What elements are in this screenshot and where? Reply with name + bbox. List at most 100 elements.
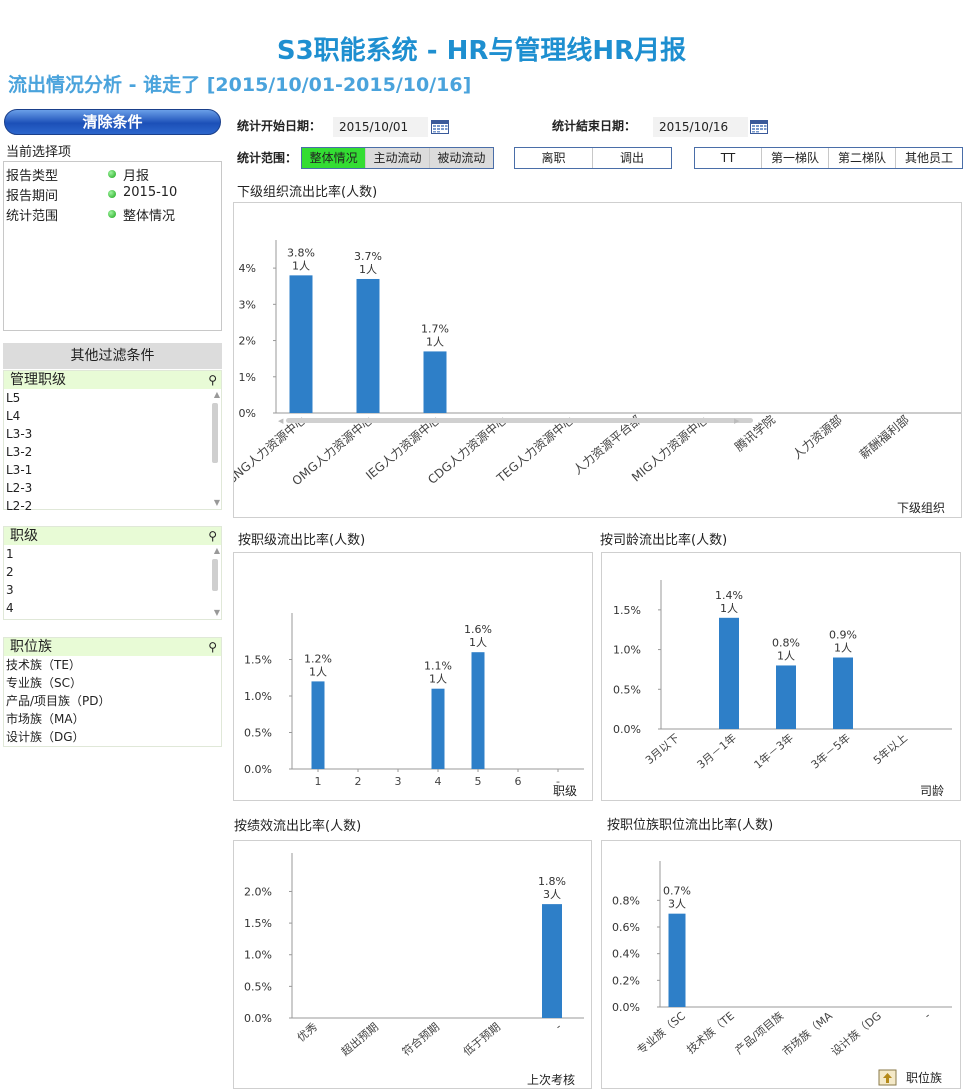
listbox-grade[interactable]: 职级 ⚲ 1 2 3 4 ▲ ▼ [3, 526, 222, 620]
count-label: 1人 [426, 335, 444, 348]
scope-option[interactable]: 整体情况 [302, 148, 367, 168]
tenure-outflow-chart: 0.0%0.5%1.0%1.5%3月以下1.4%1人3月－1年0.8%1人1年－… [613, 580, 952, 798]
scope-option[interactable]: 主动流动 [366, 148, 430, 168]
y-tick-label: 0.0% [612, 1001, 640, 1014]
data-label: 0.8% [772, 636, 800, 649]
list-item[interactable]: 产品/项目族（PD） [4, 692, 221, 710]
scrollbar-thumb[interactable] [212, 559, 218, 591]
y-tick-label: 1.0% [613, 644, 641, 657]
chart-title-job-family: 按职位族职位流出比率(人数) [607, 818, 774, 833]
type-option[interactable]: 调出 [593, 148, 671, 168]
scope-option[interactable]: 被动流动 [429, 148, 493, 168]
page-title: S3职能系统 - HR与管理线HR月报 [276, 36, 687, 66]
list-item[interactable]: 3 [4, 581, 221, 599]
y-tick-label: 0.0% [244, 763, 272, 776]
selection-key: 报告类型 [6, 169, 59, 184]
count-label: 1人 [359, 263, 377, 276]
list-item[interactable]: L5 [4, 389, 221, 407]
listbox-job-family[interactable]: 职位族 ⚲ 技术族（TE） 专业族（SC） 产品/项目族（PD） 市场族（MA） 设计族（D… [3, 637, 222, 747]
list-item[interactable]: L3-1 [4, 461, 221, 479]
list-item[interactable]: L3-2 [4, 443, 221, 461]
y-tick-label: 0.0% [613, 723, 641, 736]
data-label: 1.1% [424, 660, 452, 673]
data-label: 1.7% [421, 322, 449, 335]
job-family-outflow-chart: 0.0% 0.2% 0.4% 0.6% 0.8% 0.7%3人专业族（SC技术族（TE产品… [612, 861, 952, 1086]
data-label: 3.7% [354, 250, 382, 263]
list-item[interactable]: L2-3 [4, 479, 221, 497]
chart-scrollbar [286, 418, 753, 423]
scroll-up-icon[interactable]: ▲ [214, 390, 220, 399]
scroll-down-icon[interactable]: ▼ [214, 498, 220, 507]
list-item[interactable]: L2-2 [4, 497, 221, 515]
list-item[interactable]: L3-3 [4, 425, 221, 443]
listbox-header[interactable]: 职级 ⚲ [4, 527, 221, 545]
count-label: 3人 [543, 888, 561, 901]
y-tick-label: 0.5% [244, 980, 272, 993]
chart-title-grade: 按职级流出比率(人数) [238, 533, 366, 548]
x-axis-title: 职级 [553, 784, 577, 798]
scroll-down-icon[interactable]: ▼ [214, 608, 220, 617]
y-tick-label: 1.0% [244, 690, 272, 703]
y-tick-label: 1.5% [613, 604, 641, 617]
chart-panel-performance: 0.0% 0.5% 1.0% 1.5% 2.0% 优秀 超出预期 符合预期 低于预期 1.8% 3人… [233, 840, 592, 1089]
group-option[interactable]: TT [695, 148, 762, 168]
y-tick-label: 2.0% [244, 885, 272, 898]
list-item[interactable]: 2 [4, 563, 221, 581]
selection-value: 月报 [123, 169, 150, 184]
group-option[interactable]: 第二梯队 [829, 148, 896, 168]
x-tick-label: 6 [515, 775, 522, 788]
x-tick-label: 3年－5年 [808, 731, 853, 772]
scroll-up-icon[interactable]: ▲ [214, 546, 220, 555]
x-tick-label: 2 [355, 775, 362, 788]
chart-panel-job-family: 0.0% 0.2% 0.4% 0.6% 0.8% 0.7% 3人 专业族（SC 技术族（TE 产品… [601, 840, 961, 1089]
calendar-icon[interactable] [431, 120, 449, 134]
current-selection-row[interactable]: 统计范围 整体情况 [6, 203, 220, 224]
scroll-right-icon: ▶ [734, 417, 740, 425]
current-selection-row[interactable]: 报告类型 月报 [6, 163, 220, 184]
end-date-field[interactable]: 2015/10/16 [653, 117, 748, 137]
x-axis-title: 职位族 [906, 1070, 942, 1085]
y-tick-label: 0.2% [612, 974, 640, 987]
x-tick-label: 超出预期 [338, 1020, 381, 1059]
listbox-header[interactable]: 管理职级 ⚲ [4, 371, 221, 389]
list-item[interactable]: 4 [4, 599, 221, 617]
y-tick-label: 0.0% [244, 1012, 272, 1025]
list-item[interactable]: 技术族（TE） [4, 656, 221, 674]
search-icon[interactable]: ⚲ [208, 371, 217, 389]
start-date-field[interactable]: 2015/10/01 [333, 117, 428, 137]
x-tick-label: 符合预期 [399, 1020, 442, 1059]
listbox-title: 职级 [10, 528, 38, 544]
listbox-header[interactable]: 职位族 ⚲ [4, 638, 221, 656]
list-item[interactable]: 1 [4, 545, 221, 563]
job-family-icon [878, 1069, 897, 1086]
selection-value: 2015-10 [123, 185, 178, 200]
group-option[interactable]: 第一梯队 [762, 148, 829, 168]
data-label: 1.4% [715, 589, 743, 602]
bar [356, 278, 380, 413]
list-item[interactable]: 市场族（MA） [4, 710, 221, 728]
x-tick-label: 设计族（DG [828, 1009, 884, 1059]
search-icon[interactable]: ⚲ [208, 527, 217, 545]
current-selection-row[interactable]: 报告期间 2015-10 [6, 183, 220, 204]
bar [311, 681, 325, 769]
search-icon[interactable]: ⚲ [208, 638, 217, 656]
x-tick-label: 专业族（SC [634, 1008, 688, 1057]
data-label: 0.7% [663, 885, 691, 898]
scrollbar-thumb[interactable] [212, 403, 218, 463]
x-axis-title: 上次考核 [527, 1073, 575, 1087]
list-item[interactable]: 设计族（DG） [4, 728, 221, 746]
list-item[interactable]: L4 [4, 407, 221, 425]
listbox-management-level[interactable]: 管理职级 ⚲ L5 L4 L3-3 L3-2 L3-1 L2-3 L2-2 ▲ ▼ [3, 370, 222, 513]
clear-conditions-button[interactable]: 清除条件 [4, 109, 221, 135]
x-tick-label: 产品/项目族 [732, 1009, 786, 1057]
data-label: 3.8% [287, 246, 315, 259]
type-selector: 离职 调出 [514, 147, 672, 169]
list-item[interactable]: 专业族（SC） [4, 674, 221, 692]
y-tick-label: 0.5% [244, 727, 272, 740]
start-date-label: 统计开始日期： [237, 119, 322, 133]
y-tick-label: 1% [239, 371, 256, 384]
selected-dot-icon [108, 170, 116, 178]
group-option[interactable]: 其他员工 [896, 148, 962, 168]
calendar-icon[interactable] [750, 120, 768, 134]
type-option[interactable]: 离职 [515, 148, 593, 168]
